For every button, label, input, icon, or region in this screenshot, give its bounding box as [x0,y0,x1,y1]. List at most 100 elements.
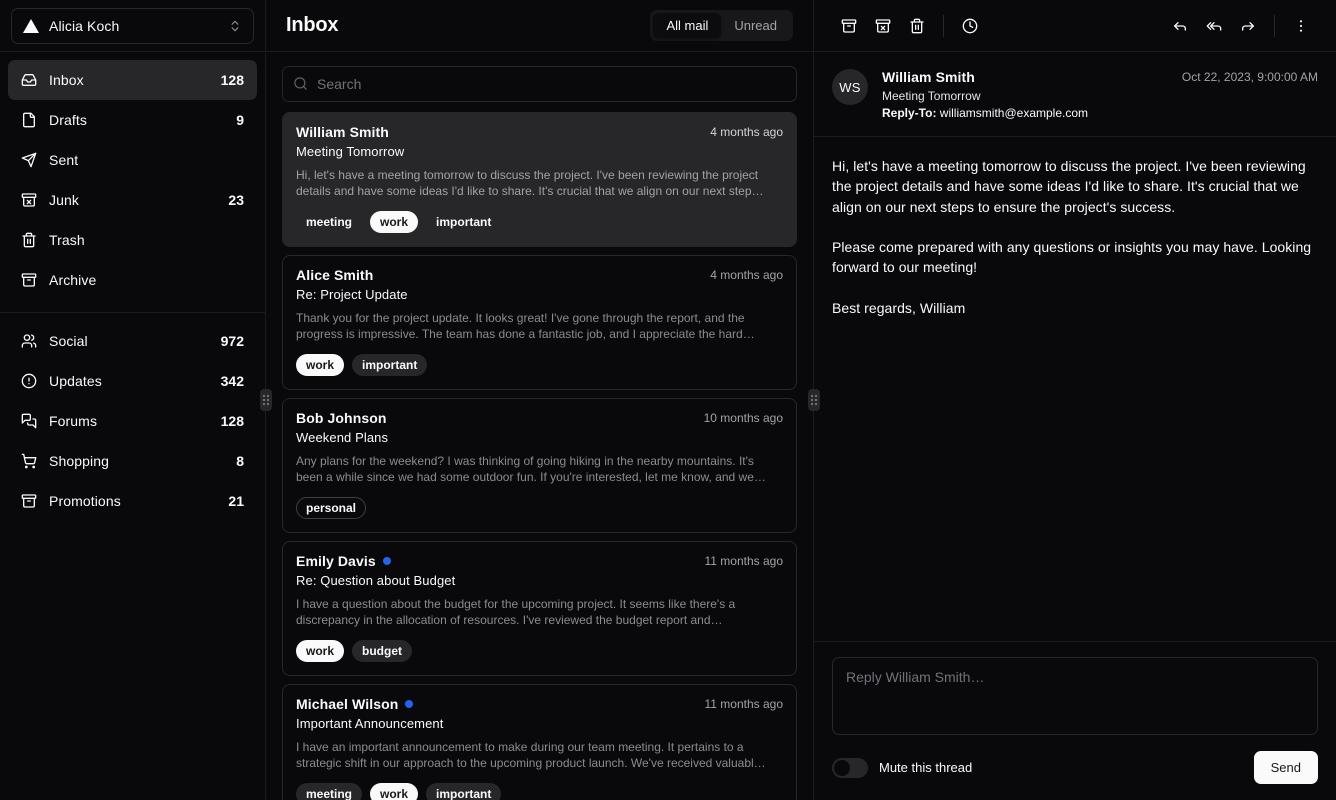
mail-tags: work important [296,354,783,376]
send-button[interactable]: Send [1254,751,1318,784]
mute-thread-toggle[interactable] [832,758,868,778]
mail-sender: William Smith [296,124,389,140]
mail-list-item[interactable]: Emily Davis11 months agoRe: Question abo… [282,541,797,676]
mail-subject: Re: Question about Budget [296,573,783,588]
mail-tag[interactable]: work [296,640,344,662]
mail-tag[interactable]: meeting [296,783,362,800]
account-name: Alicia Koch [49,18,218,34]
send-icon [21,152,37,168]
mail-tag[interactable]: work [370,783,418,800]
tab-unread[interactable]: Unread [721,13,790,38]
mail-tag[interactable]: budget [352,640,412,662]
sidebar-item-trash[interactable]: Trash [8,220,257,260]
mail-tag[interactable]: work [296,354,344,376]
sidebar-item-count: 23 [228,192,244,208]
reply-composer: Mute this thread Send [814,641,1336,800]
trash-icon [21,232,37,248]
sidebar-item-label: Inbox [49,72,209,88]
reader-sender-name: William Smith [882,69,1168,85]
mail-snippet: Thank you for the project update. It loo… [296,311,783,343]
reader-body: Hi, let's have a meeting tomorrow to dis… [814,137,1336,641]
mail-tag[interactable]: important [352,354,427,376]
reply-all-button[interactable] [1197,9,1231,43]
mail-snippet: Any plans for the weekend? I was thinkin… [296,454,783,486]
list-resize-handle[interactable] [808,389,820,411]
mail-subject: Weekend Plans [296,430,783,445]
clock-icon [962,18,978,34]
sidebar-item-label: Junk [49,192,216,208]
sidebar-item-label: Archive [49,272,232,288]
sidebar-item-updates[interactable]: Updates342 [8,361,257,401]
mail-subject: Re: Project Update [296,287,783,302]
list-header: Inbox All mailUnread [266,0,813,52]
sidebar-item-label: Trash [49,232,232,248]
sidebar-item-label: Promotions [49,493,216,509]
sidebar-item-drafts[interactable]: Drafts9 [8,100,257,140]
toolbar-divider-2 [1274,15,1275,37]
sidebar-item-archive[interactable]: Archive [8,260,257,300]
sidebar-item-label: Social [49,333,209,349]
search-input[interactable] [282,66,797,102]
sidebar-item-count: 972 [221,333,244,349]
unread-dot-icon [405,700,413,708]
shopping-cart-icon [21,453,37,469]
sidebar-item-count: 128 [221,413,244,429]
trash-icon [909,18,925,34]
alert-circle-icon [21,373,37,389]
mail-tag[interactable]: important [426,211,501,233]
sidebar-item-sent[interactable]: Sent [8,140,257,180]
mail-snippet: I have an important announcement to make… [296,740,783,772]
archive-icon [21,493,37,509]
account-switcher[interactable]: Alicia Koch [11,8,254,44]
archive-button[interactable] [832,9,866,43]
mail-list-item[interactable]: Michael Wilson11 months agoImportant Ann… [282,684,797,800]
mail-filter-tabs: All mailUnread [650,10,793,41]
mail-snippet: I have a question about the budget for t… [296,597,783,629]
mail-tag[interactable]: personal [296,497,366,519]
snooze-button[interactable] [953,9,987,43]
mail-snippet: Hi, let's have a meeting tomorrow to dis… [296,168,783,200]
mail-tag[interactable]: meeting [296,211,362,233]
sidebar-item-promotions[interactable]: Promotions21 [8,481,257,521]
sidebar-item-label: Forums [49,413,209,429]
sidebar-resize-handle[interactable] [260,389,272,411]
trash-button[interactable] [900,9,934,43]
mail-list[interactable]: William Smith 4 months ago Meeting Tomorro… [266,112,813,800]
mail-tag[interactable]: work [370,211,418,233]
junk-button[interactable] [866,9,900,43]
mail-list-item[interactable]: Alice Smith 4 months ago Re: Project Updat… [282,255,797,390]
sidebar-item-social[interactable]: Social 972 [8,321,257,361]
reader-date: Oct 22, 2023, 9:00:00 AM [1182,69,1318,84]
sidebar-item-forums[interactable]: Forums 128 [8,401,257,441]
mail-time: 11 months ago [705,697,784,711]
tab-all-mail[interactable]: All mail [653,13,721,38]
mail-subject: Meeting Tomorrow [296,144,783,159]
mail-time: 10 months ago [704,411,783,425]
mail-subject: Important Announcement [296,716,783,731]
mute-thread-label: Mute this thread [879,760,972,775]
reply-textarea[interactable] [832,657,1318,735]
sidebar-item-inbox[interactable]: Inbox128 [8,60,257,100]
archive-icon [841,18,857,34]
mail-tag[interactable]: important [426,783,501,800]
sidebar-item-shopping[interactable]: Shopping8 [8,441,257,481]
mail-list-item[interactable]: Bob Johnson10 months agoWeekend PlansAny… [282,398,797,533]
sidebar-item-junk[interactable]: Junk 23 [8,180,257,220]
sidebar-item-count: 9 [236,112,244,128]
sidebar-item-label: Shopping [49,453,224,469]
mail-list-pane: Inbox All mailUnread William Smith 4 mont… [266,0,814,800]
reader-reply-to: Reply-To: williamsmith@example.com [882,106,1168,120]
search-icon [293,76,308,91]
mail-sender: Alice Smith [296,267,373,283]
more-button[interactable] [1284,9,1318,43]
page-title: Inbox [286,14,650,37]
mail-time: 4 months ago [710,268,783,282]
mail-tags: meeting work important [296,783,783,800]
account-switcher-container: Alicia Koch [0,0,265,52]
reply-button[interactable] [1163,9,1197,43]
mail-app: Alicia Koch Inbox128Drafts9SentJunk23Tra… [0,0,1336,800]
forward-button[interactable] [1231,9,1265,43]
mail-list-item[interactable]: William Smith4 months agoMeeting Tomorro… [282,112,797,247]
toolbar-divider [943,15,944,37]
mail-tags: meeting work important [296,211,783,233]
